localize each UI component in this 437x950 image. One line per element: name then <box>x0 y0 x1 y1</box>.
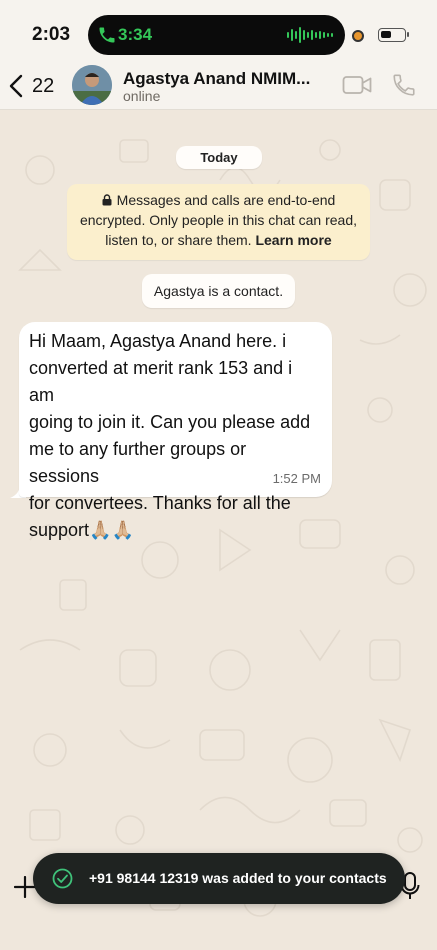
message-line: Hi Maam, Agastya Anand here. i <box>29 331 287 351</box>
call-timer: 3:34 <box>118 25 153 44</box>
battery-icon <box>378 28 409 42</box>
unread-count: 22 <box>32 74 55 97</box>
check-circle-icon <box>52 868 73 889</box>
encryption-notice[interactable]: Messages and calls are end-to-end encryp… <box>67 184 370 260</box>
contact-avatar[interactable] <box>72 65 112 105</box>
person-photo-icon <box>72 65 112 105</box>
audio-waveform-icon <box>287 27 333 43</box>
voice-call-icon[interactable] <box>391 72 417 98</box>
contact-status: online <box>123 88 161 104</box>
message-line: converted at merit rank 153 and i am <box>29 358 293 405</box>
message-line: for convertees. Thanks for all the <box>29 493 291 513</box>
learn-more-link[interactable]: Learn more <box>255 232 331 248</box>
contact-notice: Agastya is a contact. <box>142 274 295 308</box>
clock: 2:03 <box>32 24 71 45</box>
chat-header: 22 Agastya Anand NMIM... online <box>0 60 437 110</box>
message-timestamp: 1:52 PM <box>272 471 321 486</box>
contact-name[interactable]: Agastya Anand NMIM... <box>123 69 310 89</box>
incoming-message-bubble[interactable]: Hi Maam, Agastya Anand here. i converted… <box>19 322 332 540</box>
dynamic-island-call[interactable]: 3:34 <box>88 15 345 55</box>
status-bar: 2:03 3:34 <box>0 0 437 60</box>
message-line: going to join it. Can you please add <box>29 412 311 432</box>
chevron-left-icon <box>9 74 23 98</box>
video-call-icon[interactable] <box>342 74 372 96</box>
contact-added-toast[interactable]: +91 98144 12319 was added to your contac… <box>33 853 405 904</box>
toast-message: +91 98144 12319 was added to your contac… <box>89 870 387 886</box>
camera-indicator-icon <box>352 30 364 42</box>
date-separator: Today <box>176 146 262 169</box>
message-line: support🙏🏼🙏🏼 <box>29 520 134 540</box>
phone-call-icon <box>99 27 115 43</box>
back-button[interactable]: 22 <box>8 72 68 100</box>
lock-icon <box>102 194 112 206</box>
